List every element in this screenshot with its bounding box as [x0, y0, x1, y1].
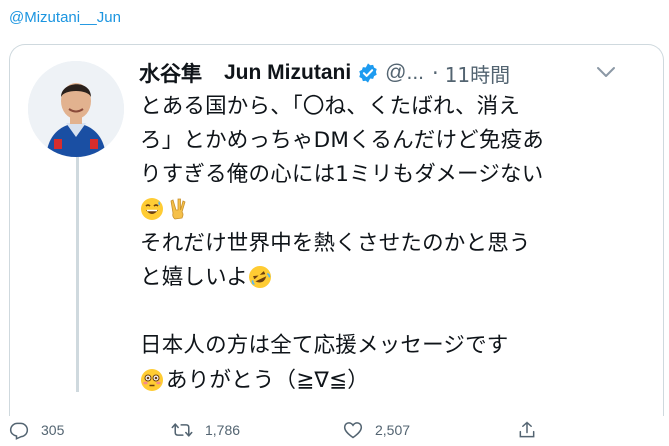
grinning-sweat-emoji-icon [140, 197, 164, 221]
tweet-header: 水谷隼 Jun Mizutani @... · 11時間 [139, 58, 510, 88]
tweet-line: ありがとう（≧∇≦） [166, 367, 369, 393]
heart-icon [343, 422, 363, 439]
avatar[interactable] [28, 61, 124, 157]
tweet-timestamp[interactable]: 11時間 [445, 59, 510, 88]
tweet-line: それだけ世界中を熱くさせたのかと思う [140, 230, 531, 256]
tweet-line: と嬉しいよ [140, 265, 249, 291]
victory-hand-emoji-icon [166, 197, 190, 221]
reply-count: 305 [41, 422, 65, 438]
retweet-icon [171, 423, 193, 437]
tweet-line: 日本人の方は全て応援メッセージです [140, 333, 509, 359]
retweet-count: 1,786 [205, 422, 241, 438]
rolling-laughing-emoji-icon [248, 265, 272, 289]
flushed-face-emoji-icon [140, 368, 164, 392]
retweet-button[interactable]: 1,786 [171, 420, 240, 440]
author-handle[interactable]: @... [385, 61, 424, 85]
chevron-down-icon[interactable] [596, 64, 616, 83]
author-name-jp[interactable]: 水谷隼 [139, 58, 202, 88]
share-icon [519, 421, 535, 438]
tweet-line: ろ」とかめっちゃDMくるんだけど免疫あ [140, 128, 544, 154]
reply-button[interactable]: 305 [9, 420, 64, 440]
tweet-actions: 305 1,786 2,507 [0, 418, 669, 446]
separator-dot: · [432, 61, 439, 85]
tweet-line: とある国から、「〇ね、くたばれ、消え [140, 94, 521, 119]
like-button[interactable]: 2,507 [343, 420, 410, 440]
share-button[interactable] [517, 420, 537, 440]
tweet-text: とある国から、「〇ね、くたばれ、消え ろ」とかめっちゃDMくるんだけど免疫あ り… [140, 90, 640, 398]
verified-badge-icon [357, 62, 379, 84]
mention-handle[interactable]: @Mizutani__Jun [9, 9, 121, 26]
tweet-line: りすぎる俺の心には1ミリもダメージない [140, 162, 544, 188]
like-count: 2,507 [375, 422, 411, 438]
author-name-en[interactable]: Jun Mizutani [224, 61, 351, 85]
reply-icon [9, 422, 29, 440]
